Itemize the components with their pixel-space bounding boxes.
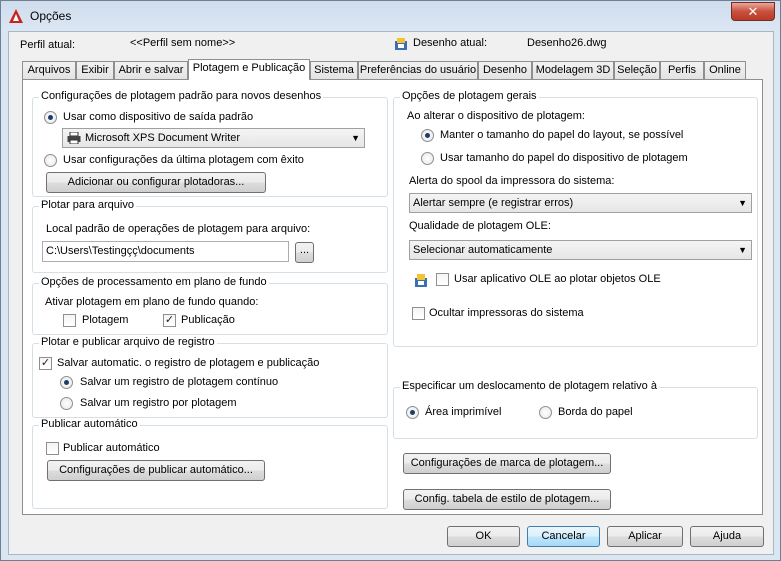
per-plot-log-radio[interactable] (60, 397, 73, 410)
log-file-group: Plotar e publicar arquivo de registro ✓ … (32, 336, 388, 418)
background-publishing-label: Publicação (181, 314, 235, 326)
dialog-body: Perfil atual: <<Perfil sem nome>> Desenh… (8, 31, 774, 555)
spool-alert-select[interactable]: Alertar sempre (e registrar erros) ▼ (409, 193, 752, 213)
background-publishing-checkbox[interactable]: ✓ (163, 314, 176, 327)
keep-layout-paper-size-label: Manter o tamanho do papel do layout, se … (440, 129, 684, 141)
tab-sistema[interactable]: Sistema (310, 61, 358, 79)
output-device-value: Microsoft XPS Document Writer (85, 132, 241, 144)
plot-style-table-settings-button[interactable]: Config. tabela de estilo de plotagem... (403, 489, 611, 510)
ok-button[interactable]: OK (447, 526, 520, 547)
ole-quality-label: Qualidade de plotagem OLE: (409, 220, 551, 232)
use-last-settings-label: Usar configurações da última plotagem co… (63, 154, 304, 166)
plot-to-file-group: Plotar para arquivo Local padrão de oper… (32, 199, 388, 273)
when-changing-device-label: Ao alterar o dispositivo de plotagem: (407, 110, 585, 122)
drawing-label: Desenho atual: (413, 37, 487, 49)
plot-offset-group: Especificar um deslocamento de plotagem … (393, 380, 758, 439)
printable-area-radio[interactable] (406, 406, 419, 419)
use-default-device-label: Usar como dispositivo de saída padrão (63, 111, 254, 123)
autocad-logo-icon (9, 9, 23, 23)
tab-abrir-e-salvar[interactable]: Abrir e salvar (114, 61, 188, 79)
title-bar[interactable]: Opções ✕ (1, 1, 780, 31)
tab-modelagem-3d[interactable]: Modelagem 3D (532, 61, 614, 79)
close-button[interactable]: ✕ (731, 2, 775, 21)
keep-layout-paper-size-radio[interactable] (421, 129, 434, 142)
tab-arquivos[interactable]: Arquivos (22, 61, 76, 79)
tab-perfis[interactable]: Perfis (660, 61, 704, 79)
cancel-button[interactable]: Cancelar (527, 526, 600, 547)
paper-edge-radio[interactable] (539, 406, 552, 419)
profile-label: Perfil atual: (20, 39, 76, 51)
output-device-select[interactable]: Microsoft XPS Document Writer ▼ (62, 128, 365, 148)
spool-alert-value: Alertar sempre (e registrar erros) (413, 197, 574, 209)
group-title: Plotar para arquivo (39, 199, 136, 211)
autopublish-checkbox[interactable] (46, 442, 59, 455)
group-title: Plotar e publicar arquivo de registro (39, 336, 217, 348)
default-plot-settings-group: Configurações de plotagem padrão para no… (32, 90, 388, 197)
plot-file-location-input[interactable]: C:\Users\Testingçç\documents (42, 241, 289, 262)
dropdown-arrow-icon: ▼ (738, 198, 747, 208)
use-last-settings-radio[interactable] (44, 154, 57, 167)
browse-button[interactable]: ... (295, 242, 314, 263)
tab-plotagem-e-publicacao[interactable]: Plotagem e Publicação (188, 59, 310, 80)
help-button[interactable]: Ajuda (690, 526, 764, 547)
continuous-log-radio[interactable] (60, 376, 73, 389)
ole-quality-select[interactable]: Selecionar automaticamente ▼ (409, 240, 752, 260)
group-title: Opções de plotagem gerais (400, 90, 539, 102)
hide-printers-label: Ocultar impressoras do sistema (429, 307, 584, 319)
group-title: Configurações de plotagem padrão para no… (39, 90, 324, 102)
dropdown-arrow-icon: ▼ (351, 133, 360, 143)
group-title: Especificar um deslocamento de plotagem … (400, 380, 659, 392)
use-device-paper-size-label: Usar tamanho do papel do dispositivo de … (440, 152, 688, 164)
plot-stamp-settings-button[interactable]: Configurações de marca de plotagem... (403, 453, 611, 474)
tab-preferencias-do-usuario[interactable]: Preferências do usuário (358, 61, 478, 79)
auto-save-log-checkbox[interactable]: ✓ (39, 357, 52, 370)
options-dialog: Opções ✕ Perfil atual: <<Perfil sem nome… (0, 0, 781, 561)
tab-selecao[interactable]: Seleção (614, 61, 660, 79)
use-device-paper-size-radio[interactable] (421, 152, 434, 165)
printer-icon (67, 132, 81, 144)
tab-exibir[interactable]: Exibir (76, 61, 114, 79)
autopublish-group: Publicar automático Publicar automático … (32, 418, 388, 509)
use-ole-app-label: Usar aplicativo OLE ao plotar objetos OL… (454, 273, 661, 285)
group-title: Opções de processamento em plano de fund… (39, 276, 269, 288)
tab-online[interactable]: Online (704, 61, 746, 79)
paper-edge-label: Borda do papel (558, 406, 633, 418)
plot-file-location-label: Local padrão de operações de plotagem pa… (46, 223, 311, 235)
ole-object-icon (415, 274, 427, 287)
spool-alert-label: Alerta do spool da impressora do sistema… (409, 175, 615, 187)
background-plotting-label: Plotagem (82, 314, 129, 326)
add-plotters-button[interactable]: Adicionar ou configurar plotadoras... (46, 172, 266, 193)
hide-printers-checkbox[interactable] (412, 307, 425, 320)
profile-value: <<Perfil sem nome>> (130, 37, 236, 49)
use-ole-app-checkbox[interactable] (436, 273, 449, 286)
autopublish-label: Publicar automático (63, 442, 160, 454)
auto-save-log-label: Salvar automatic. o registro de plotagem… (57, 357, 320, 369)
autopublish-settings-button[interactable]: Configurações de publicar automático... (47, 460, 265, 481)
tab-desenho[interactable]: Desenho (478, 61, 532, 79)
ole-quality-value: Selecionar automaticamente (413, 244, 553, 256)
drawing-file-icon (395, 38, 407, 50)
continuous-log-label: Salvar um registro de plotagem contínuo (80, 376, 279, 388)
group-title: Publicar automático (39, 418, 140, 430)
general-plot-options-group: Opções de plotagem gerais Ao alterar o d… (393, 90, 758, 347)
background-processing-group: Opções de processamento em plano de fund… (32, 276, 388, 335)
printable-area-label: Área imprimível (425, 406, 502, 418)
background-plotting-checkbox[interactable] (63, 314, 76, 327)
window-title: Opções (30, 9, 72, 23)
use-default-device-radio[interactable] (44, 111, 57, 124)
dropdown-arrow-icon: ▼ (738, 245, 747, 255)
drawing-value: Desenho26.dwg (527, 37, 607, 49)
per-plot-log-label: Salvar um registro por plotagem (80, 397, 237, 409)
apply-button[interactable]: Aplicar (607, 526, 683, 547)
background-enable-label: Ativar plotagem em plano de fundo quando… (45, 296, 259, 308)
tab-panel-plotagem: Configurações de plotagem padrão para no… (22, 79, 763, 515)
